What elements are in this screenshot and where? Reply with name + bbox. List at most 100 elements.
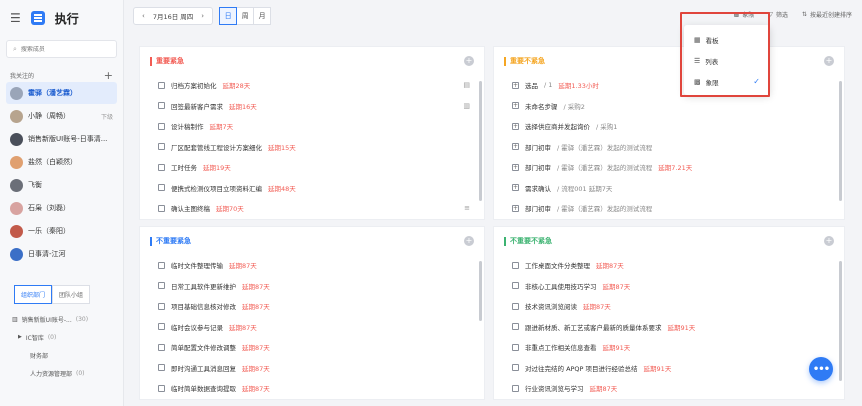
task-item[interactable]: 项目基础信息核对修改 延期87天 [140, 296, 484, 317]
add-task-icon[interactable]: + [824, 236, 834, 246]
task-item[interactable]: + 选择供应商并发起询价 / 采购1 [494, 116, 844, 137]
add-task-icon[interactable]: + [464, 56, 474, 66]
scrollbar[interactable] [479, 261, 482, 321]
view-week-button[interactable]: 周 [236, 7, 255, 25]
task-item[interactable]: 跟进新材质、新工艺或客户最新的质量体系要求 延期91天 [494, 317, 844, 338]
task-checkbox[interactable] [158, 122, 165, 130]
add-task-icon[interactable]: + [464, 236, 474, 246]
task-title: 便携式检测仪项目立项资料汇编 [171, 184, 262, 193]
expand-icon[interactable]: + [512, 143, 519, 151]
task-checkbox[interactable] [512, 261, 519, 269]
chevron-right-icon[interactable]: ▶ [18, 334, 22, 340]
sidebar-header: ☰ 执行 [0, 0, 123, 36]
task-checkbox[interactable] [158, 323, 165, 331]
view-month-button[interactable]: 月 [253, 7, 272, 25]
task-checkbox[interactable] [512, 384, 519, 392]
add-task-icon[interactable]: + [824, 56, 834, 66]
task-item[interactable]: 临时简单数据查询提取 延期87天 [140, 378, 484, 399]
task-item[interactable]: 即时沟通工具消息回复 延期87天 [140, 358, 484, 379]
task-item[interactable]: 简单配置文件修改调整 延期87天 [140, 337, 484, 358]
task-checkbox[interactable] [158, 102, 165, 110]
task-item[interactable]: + 部门初审 / 霍驿（潘艺霖）发起的测试流程 延期7.21天 [494, 157, 844, 178]
org-item-count: (0) [47, 333, 57, 341]
next-day-icon[interactable]: › [201, 12, 204, 20]
task-item[interactable]: 非重点工作相关信息查看 延期91天 [494, 337, 844, 358]
task-item[interactable]: + 部门初审 / 霍驿（潘艺霖）发起的测试流程 [494, 198, 844, 219]
task-item[interactable]: 归档方案初始化 延期28天 ▤ [140, 75, 484, 96]
task-item[interactable]: 临时会议参与记录 延期87天 [140, 317, 484, 338]
tab-team-group[interactable]: 团队小组 [52, 285, 91, 304]
task-checkbox[interactable] [158, 282, 165, 290]
sidebar-person[interactable]: 飞衡 [6, 174, 117, 196]
sidebar-person[interactable]: 石枭（刘磊） [6, 197, 117, 219]
org-item[interactable]: 财务部 [0, 346, 123, 364]
task-checkbox[interactable] [512, 343, 519, 351]
task-checkbox[interactable] [158, 143, 165, 151]
task-item[interactable]: 技术资讯浏览阅读 延期87天 [494, 296, 844, 317]
scrollbar[interactable] [839, 261, 842, 381]
expand-icon[interactable]: + [512, 204, 519, 212]
task-item[interactable]: 厂区配套管线工程设计方案细化 延期15天 [140, 137, 484, 158]
date-picker[interactable]: ‹ 7月16日 周四 › [133, 7, 214, 25]
view-day-button[interactable]: 日 [219, 7, 238, 25]
task-checkbox[interactable] [158, 184, 165, 192]
task-checkbox[interactable] [158, 343, 165, 351]
task-checkbox[interactable] [158, 384, 165, 392]
avatar [10, 155, 23, 169]
task-checkbox[interactable] [512, 282, 519, 290]
task-item[interactable]: 设计稿制作 延期7天 [140, 116, 484, 137]
sidebar-person[interactable]: 一乐（秦阳） [6, 220, 117, 242]
task-checkbox[interactable] [158, 302, 165, 310]
org-item[interactable]: ▶ IC智库 (0) [0, 328, 123, 346]
task-item[interactable]: 非核心工具使用技巧学习 延期87天 [494, 276, 844, 297]
sidebar-person[interactable]: 盐然（白颖然） [6, 151, 117, 173]
task-checkbox[interactable] [512, 323, 519, 331]
sort-button[interactable]: ⇅ 按最近创建排序 [802, 10, 852, 19]
scrollbar[interactable] [479, 81, 482, 201]
org-item[interactable]: 人力资源管理部 (0) [0, 364, 123, 382]
task-checkbox[interactable] [158, 364, 165, 372]
sidebar-person[interactable]: 销售新版UI账号-日事清... [6, 128, 117, 150]
task-item[interactable]: 日常工具软件更新维护 延期87天 [140, 276, 484, 297]
task-item[interactable]: + 部门初审 / 霍驿（潘艺霖）发起的测试流程 [494, 137, 844, 158]
member-search-input[interactable] [20, 45, 111, 53]
filter-button[interactable]: ▽ 筛选 [768, 10, 788, 19]
task-item[interactable]: 便携式检测仪项目立项资料汇编 延期48天 [140, 178, 484, 199]
expand-icon[interactable]: + [512, 122, 519, 130]
task-checkbox[interactable] [512, 302, 519, 310]
quadrant-title: 重要紧急 [150, 56, 184, 66]
expand-icon[interactable]: + [512, 163, 519, 171]
prev-day-icon[interactable]: ‹ [142, 12, 145, 20]
current-date[interactable]: 7月16日 周四 [153, 11, 193, 21]
sidebar-person[interactable]: 霍驿（潘艺霖） [6, 82, 117, 104]
org-root[interactable]: ▥ 销售新版UI账号-... (30) [0, 310, 123, 328]
expand-icon[interactable]: + [512, 184, 519, 192]
org-root-count: (30) [75, 315, 89, 323]
scrollbar[interactable] [839, 81, 842, 201]
expand-icon[interactable]: + [512, 102, 519, 110]
task-item[interactable]: 临时文件整理传输 延期87天 [140, 255, 484, 276]
task-item[interactable]: 回签最新客户需求 延期16天 ▥ [140, 96, 484, 117]
sidebar-person[interactable]: 日事清-江河 [6, 243, 117, 265]
sidebar-person[interactable]: 小静（周畅） 下级 [6, 105, 117, 127]
expand-icon[interactable]: + [512, 81, 519, 89]
task-item[interactable]: 行业资讯浏览与学习 延期87天 [494, 378, 844, 399]
add-follow-icon[interactable]: + [104, 70, 113, 81]
task-item[interactable]: 确认主图终稿 延期70天 ≡ [140, 198, 484, 219]
task-item[interactable]: 工作桌面文件分类整理 延期87天 [494, 255, 844, 276]
task-item[interactable]: + 选品 / 1 延期1.33小时 [494, 75, 844, 96]
person-name: 盐然（白颖然） [28, 158, 77, 166]
task-checkbox[interactable] [158, 81, 165, 89]
menu-icon[interactable]: ☰ [10, 11, 21, 25]
task-item[interactable]: 工时任务 延期19天 [140, 157, 484, 178]
task-checkbox[interactable] [512, 364, 519, 372]
task-item[interactable]: + 需求确认 / 流程001 延期7天 [494, 178, 844, 199]
task-item[interactable]: + 未命名步骤 / 采购2 [494, 96, 844, 117]
task-item[interactable]: 对过往完结的 APQP 项目进行经验总结 延期91天 [494, 358, 844, 379]
more-actions-button[interactable]: ••• [809, 357, 833, 381]
member-search[interactable]: ⌕ [6, 40, 117, 58]
task-checkbox[interactable] [158, 163, 165, 171]
tab-org-department[interactable]: 组织部门 [14, 285, 53, 304]
task-checkbox[interactable] [158, 261, 165, 269]
task-checkbox[interactable] [158, 204, 165, 212]
